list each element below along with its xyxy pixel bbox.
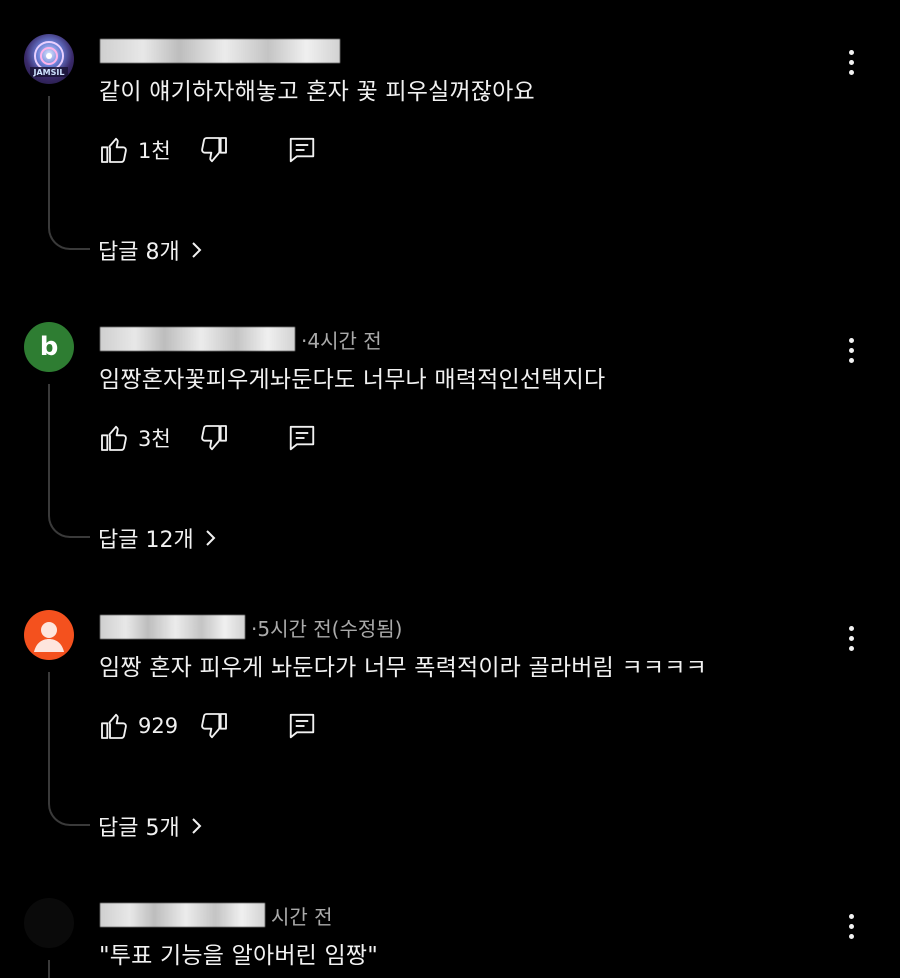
replies-count-label: 답글 5개 xyxy=(98,816,180,841)
avatar[interactable]: b xyxy=(24,322,74,372)
comment-text: 임짱 혼자 피우게 놔둔다가 너무 폭력적이라 골라버림 ㅋㅋㅋㅋ xyxy=(99,655,707,681)
thread-line xyxy=(48,672,90,826)
reply-button[interactable] xyxy=(284,708,320,744)
reply-button[interactable] xyxy=(284,132,320,168)
more-options-button[interactable] xyxy=(836,330,866,370)
comment-meta: 시간 전 xyxy=(100,900,333,930)
author-name-redacted xyxy=(100,903,265,927)
comment-feed: JAMSIL 같이 얘기하자해놓고 혼자 꽃 피우실꺼잖아요 1천 답글 8개 … xyxy=(0,0,900,978)
thumbs-up-icon xyxy=(101,425,127,451)
like-button[interactable]: 3천 xyxy=(98,422,190,454)
comment-reply-icon xyxy=(289,137,315,163)
comment-time: 시간 전 xyxy=(271,904,333,929)
comment-reply-icon xyxy=(289,713,315,739)
avatar-letter: b xyxy=(39,332,59,362)
dislike-button[interactable] xyxy=(196,420,232,456)
comment-meta: ·4시간 전 xyxy=(100,324,382,354)
reply-button[interactable] xyxy=(284,420,320,456)
dislike-button[interactable] xyxy=(196,132,232,168)
like-count: 929 xyxy=(138,714,179,738)
chevron-right-icon xyxy=(192,242,202,258)
comment-time: ·5시간 전(수정됨) xyxy=(251,616,403,641)
author-name-redacted xyxy=(100,615,245,639)
avatar-image-icon: JAMSIL xyxy=(30,41,68,77)
avatar[interactable] xyxy=(24,610,74,660)
thread-line xyxy=(48,960,50,978)
chevron-right-icon xyxy=(192,818,202,834)
replies-count-label: 답글 12개 xyxy=(98,528,194,553)
comment-meta: ·5시간 전(수정됨) xyxy=(100,612,402,642)
comment-meta xyxy=(100,36,346,66)
like-count: 1천 xyxy=(138,139,171,163)
more-options-button[interactable] xyxy=(836,42,866,82)
avatar[interactable] xyxy=(24,898,74,948)
comment-text: 임짱혼자꽃피우게놔둔다도 너무나 매력적인선택지다 xyxy=(99,367,606,393)
thread-line xyxy=(48,384,90,538)
avatar[interactable]: JAMSIL xyxy=(24,34,74,84)
comment-text: "투표 기능을 알아버린 임짱" xyxy=(99,943,379,969)
chevron-right-icon xyxy=(206,530,216,546)
thread-line xyxy=(48,96,90,250)
vertical-ellipsis-icon xyxy=(848,625,854,631)
like-count: 3천 xyxy=(138,427,171,451)
comment-actions: 1천 xyxy=(98,130,320,170)
comment-actions: 3천 xyxy=(98,418,320,458)
thumbs-down-icon xyxy=(201,425,227,451)
thumbs-down-icon xyxy=(201,713,227,739)
comment-text: 같이 얘기하자해놓고 혼자 꽃 피우실꺼잖아요 xyxy=(99,79,535,105)
thumbs-up-icon xyxy=(101,713,127,739)
vertical-ellipsis-icon xyxy=(848,913,854,919)
like-button[interactable]: 929 xyxy=(98,710,190,742)
more-options-button[interactable] xyxy=(836,906,866,946)
avatar-text: JAMSIL xyxy=(33,68,65,77)
replies-count-label: 답글 8개 xyxy=(98,240,180,265)
author-name-redacted xyxy=(100,327,295,351)
thumbs-up-icon xyxy=(101,137,127,163)
vertical-ellipsis-icon xyxy=(848,49,854,55)
view-replies-button[interactable]: 답글 5개 xyxy=(98,810,204,842)
view-replies-button[interactable]: 답글 8개 xyxy=(98,234,204,266)
like-button[interactable]: 1천 xyxy=(98,134,190,166)
more-options-button[interactable] xyxy=(836,618,866,658)
comment-time: ·4시간 전 xyxy=(301,328,382,353)
default-user-icon xyxy=(34,622,64,652)
vertical-ellipsis-icon xyxy=(848,337,854,343)
thumbs-down-icon xyxy=(201,137,227,163)
dislike-button[interactable] xyxy=(196,708,232,744)
view-replies-button[interactable]: 답글 12개 xyxy=(98,522,218,554)
author-name-redacted xyxy=(100,39,340,63)
comment-actions: 929 xyxy=(98,706,320,746)
comment-reply-icon xyxy=(289,425,315,451)
